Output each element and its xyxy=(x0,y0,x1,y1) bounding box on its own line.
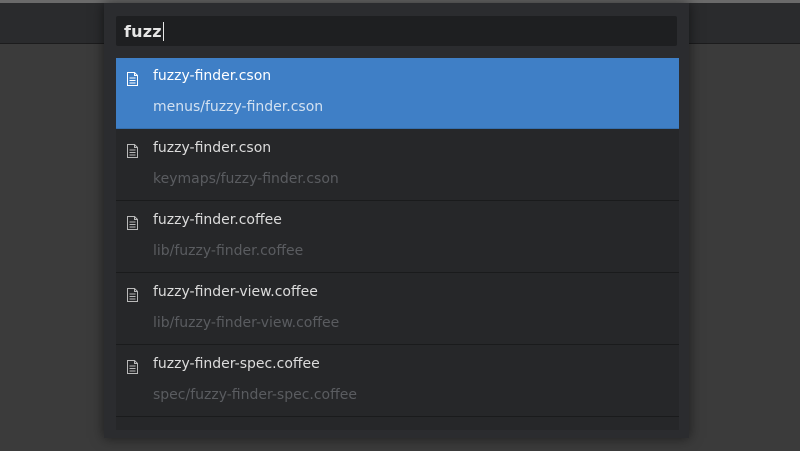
fuzzy-finder-panel: fuzz fuzzy-finder.cson menus/fuzzy-finde… xyxy=(104,3,689,438)
file-text-icon xyxy=(127,216,138,230)
result-path: lib/fuzzy-finder-view.coffee xyxy=(153,315,340,331)
result-path: lib/fuzzy-finder.coffee xyxy=(153,243,304,259)
text-caret xyxy=(162,21,164,41)
search-input-text[interactable]: fuzz xyxy=(124,22,162,41)
file-text-icon xyxy=(127,360,138,374)
result-title: fuzzy-finder-spec.coffee xyxy=(153,356,320,372)
file-text-icon xyxy=(127,72,138,86)
result-item[interactable]: fuzzy-finder.coffee lib/fuzzy-finder.cof… xyxy=(116,202,679,273)
result-path: keymaps/fuzzy-finder.cson xyxy=(153,171,339,187)
result-path: spec/fuzzy-finder-spec.coffee xyxy=(153,387,357,403)
result-path: menus/fuzzy-finder.cson xyxy=(153,99,324,115)
result-item[interactable]: fuzzy-finder-spec.coffee spec/fuzzy-find… xyxy=(116,346,679,417)
result-title: fuzzy-finder.coffee xyxy=(153,212,282,228)
results-list: fuzzy-finder.cson menus/fuzzy-finder.cso… xyxy=(116,58,679,430)
search-input[interactable]: fuzz xyxy=(116,16,677,46)
file-text-icon xyxy=(127,288,138,302)
result-item-selected[interactable]: fuzzy-finder.cson menus/fuzzy-finder.cso… xyxy=(116,58,679,129)
result-item[interactable]: fuzzy-finder.cson keymaps/fuzzy-finder.c… xyxy=(116,130,679,201)
result-title: fuzzy-finder.cson xyxy=(153,68,272,84)
file-text-icon xyxy=(127,144,138,158)
result-item[interactable]: fuzzy-finder-view.coffee lib/fuzzy-finde… xyxy=(116,274,679,345)
result-title: fuzzy-finder-view.coffee xyxy=(153,284,318,300)
result-title: fuzzy-finder.cson xyxy=(153,140,272,156)
